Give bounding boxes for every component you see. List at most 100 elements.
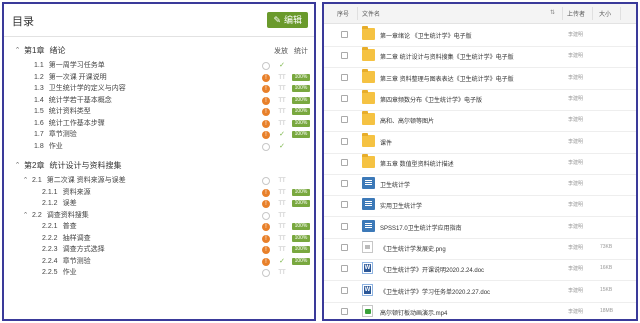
- file-name[interactable]: 高尔顿钉板动画演示.mp4: [380, 308, 447, 317]
- text-format-icon[interactable]: TT: [277, 222, 287, 232]
- text-format-icon[interactable]: TT: [277, 119, 287, 129]
- toc-item[interactable]: 2.2.2 抽样调查! TT 100%: [4, 234, 314, 244]
- file-row[interactable]: 第四章频数分布《卫生统计学》电子版 李建明: [324, 88, 636, 111]
- toc-item[interactable]: 1.8 作业 ✓: [4, 142, 314, 152]
- row-checkbox[interactable]: [341, 94, 348, 102]
- text-format-icon[interactable]: TT: [277, 199, 287, 209]
- toc-item[interactable]: 2.2.3 调查方式选择! TT 100%: [4, 245, 314, 255]
- row-checkbox[interactable]: [341, 201, 348, 209]
- file-name[interactable]: 第二章 统计设计与资料搜集《卫生统计学》电子版: [380, 52, 514, 61]
- toc-item-number: 2.1: [32, 177, 42, 184]
- collapse-caret-icon[interactable]: ⌃: [22, 176, 29, 186]
- toc-item-number: 1.3: [34, 85, 44, 92]
- row-checkbox[interactable]: [341, 265, 348, 273]
- row-checkbox[interactable]: [341, 137, 348, 145]
- file-row[interactable]: 第一章绪论 《卫生统计学》电子版 李建明: [324, 24, 636, 47]
- file-row[interactable]: 《卫生统计学发展史.png 李建明 73KB: [324, 237, 636, 260]
- toc-item[interactable]: 1.3 卫生统计学的定义与内容! TT 100%: [4, 84, 314, 94]
- toc-item[interactable]: 2.2.4 章节测验! ✓ 100%: [4, 257, 314, 267]
- toc-item-label: 第2章 统计设计与资料搜集: [24, 161, 121, 171]
- file-row[interactable]: 第五章 数值型资料统计描述 李建明: [324, 152, 636, 175]
- task-point-icon: !: [262, 234, 270, 243]
- row-checkbox[interactable]: [341, 52, 348, 60]
- file-name[interactable]: 《卫生统计学发展史.png: [380, 244, 446, 253]
- toc-item[interactable]: ⌃ 2.2 调查资料搜集 TT: [4, 211, 314, 221]
- folder-icon: [362, 68, 375, 83]
- row-checkbox[interactable]: [341, 158, 348, 166]
- row-checkbox[interactable]: [341, 116, 348, 124]
- toc-item-number: 2.2.3: [42, 246, 58, 253]
- row-checkbox[interactable]: [341, 180, 348, 188]
- published-check-icon[interactable]: ✓: [277, 257, 287, 267]
- file-name[interactable]: 高和、高尔顿等图片: [380, 116, 434, 125]
- edit-button[interactable]: ✎ 编辑: [267, 12, 308, 28]
- text-format-icon[interactable]: TT: [277, 234, 287, 244]
- toc-item[interactable]: 1.5 统计资料类型! TT 100%: [4, 107, 314, 117]
- toc-item-label: 2.2 调查资料搜集: [32, 211, 89, 221]
- file-name[interactable]: 《卫生统计学》学习任务单2020.2.27.doc: [380, 287, 490, 296]
- file-row[interactable]: 高尔顿钉板动画演示.mp4 李建明 18MB: [324, 301, 636, 319]
- toc-item[interactable]: 1.2 第一次课 开课说明! TT 100%: [4, 73, 314, 83]
- file-row[interactable]: 《卫生统计学》学习任务单2020.2.27.doc 李建明 15KB: [324, 280, 636, 303]
- file-row[interactable]: 第三章 资料整理与图表表达《卫生统计学》电子版 李建明: [324, 67, 636, 90]
- task-point-icon: !: [262, 119, 270, 128]
- toc-item-label: 1.8 作业: [34, 142, 63, 152]
- file-row[interactable]: SPSS17.0卫生统计学应用指南 李建明: [324, 216, 636, 239]
- toc-item[interactable]: 1.4 统计学若干基本概念! TT 100%: [4, 96, 314, 106]
- collapse-caret-icon[interactable]: ⌃: [14, 46, 21, 56]
- toc-chapter[interactable]: ⌃ 第1章 绪论: [4, 46, 314, 56]
- text-format-icon[interactable]: TT: [277, 188, 287, 198]
- file-row[interactable]: 卫生统计学 李建明: [324, 173, 636, 197]
- text-format-icon[interactable]: TT: [277, 268, 287, 278]
- published-check-icon[interactable]: ✓: [277, 142, 287, 152]
- toc-item[interactable]: 1.6 统计工作基本步骤! TT 100%: [4, 119, 314, 129]
- file-row[interactable]: 第二章 统计设计与资料搜集《卫生统计学》电子版 李建明: [324, 45, 636, 69]
- row-checkbox[interactable]: [341, 286, 348, 294]
- row-checkbox[interactable]: [341, 244, 348, 251]
- toc-item[interactable]: 2.1.1 资料来源! TT 100%: [4, 188, 314, 198]
- row-checkbox[interactable]: [341, 31, 348, 38]
- file-name[interactable]: 第四章频数分布《卫生统计学》电子版: [380, 95, 482, 104]
- file-name[interactable]: 卫生统计学: [380, 180, 410, 189]
- text-format-icon[interactable]: TT: [277, 107, 287, 117]
- file-row[interactable]: 高和、高尔顿等图片 李建明: [324, 109, 636, 133]
- toc-item[interactable]: 1.7 章节测验! ✓ 100%: [4, 130, 314, 140]
- file-name[interactable]: 第一章绪论 《卫生统计学》电子版: [380, 31, 472, 40]
- collapse-caret-icon[interactable]: ⌃: [22, 211, 29, 221]
- file-name[interactable]: 第五章 数值型资料统计描述: [380, 159, 454, 168]
- file-row[interactable]: 课件 李建明: [324, 131, 636, 154]
- file-name[interactable]: 《卫生统计学》开课说明2020.2.24.doc: [380, 265, 484, 274]
- published-check-icon[interactable]: ✓: [277, 130, 287, 140]
- file-name[interactable]: 第三章 资料整理与图表表达《卫生统计学》电子版: [380, 74, 514, 83]
- pencil-icon: ✎: [273, 15, 281, 25]
- file-row[interactable]: 实用卫生统计学 李建明: [324, 194, 636, 218]
- collapse-caret-icon[interactable]: ⌃: [14, 161, 21, 171]
- text-format-icon[interactable]: TT: [277, 176, 287, 186]
- text-format-icon[interactable]: TT: [277, 245, 287, 255]
- published-check-icon[interactable]: ✓: [277, 61, 287, 71]
- toc-item-title: 统计设计与资料搜集: [49, 161, 122, 170]
- toc-item[interactable]: 2.2.1 普查! TT 100%: [4, 222, 314, 232]
- toc-item[interactable]: 2.2.5 作业 TT: [4, 268, 314, 278]
- col-filename[interactable]: 文件名: [362, 9, 380, 18]
- row-checkbox[interactable]: [341, 307, 348, 315]
- row-checkbox[interactable]: [341, 222, 348, 230]
- toc-item-title: 统计工作基本步骤: [48, 119, 105, 127]
- row-checkbox[interactable]: [341, 73, 348, 81]
- toc-item[interactable]: ⌃ 2.1 第二次课 资料来源与误差 TT: [4, 176, 314, 186]
- completion-badge: 100%: [292, 246, 310, 253]
- toc-item-title: 作业: [48, 142, 63, 150]
- file-name[interactable]: 实用卫生统计学: [380, 201, 422, 210]
- text-format-icon[interactable]: TT: [277, 211, 287, 221]
- toc-item-title: 章节测验: [62, 257, 91, 265]
- toc-item[interactable]: 1.1 第一周学习任务单 ✓: [4, 61, 314, 71]
- file-row[interactable]: 《卫生统计学》开课说明2020.2.24.doc 李建明 16KB: [324, 258, 636, 282]
- text-format-icon[interactable]: TT: [277, 84, 287, 94]
- sort-icon[interactable]: ⇅: [550, 9, 555, 16]
- text-format-icon[interactable]: TT: [277, 73, 287, 83]
- file-name[interactable]: SPSS17.0卫生统计学应用指南: [380, 223, 462, 232]
- text-format-icon[interactable]: TT: [277, 96, 287, 106]
- file-name[interactable]: 课件: [380, 138, 392, 147]
- toc-item[interactable]: 2.1.2 误差! TT 100%: [4, 199, 314, 209]
- toc-chapter[interactable]: ⌃ 第2章 统计设计与资料搜集: [4, 161, 314, 171]
